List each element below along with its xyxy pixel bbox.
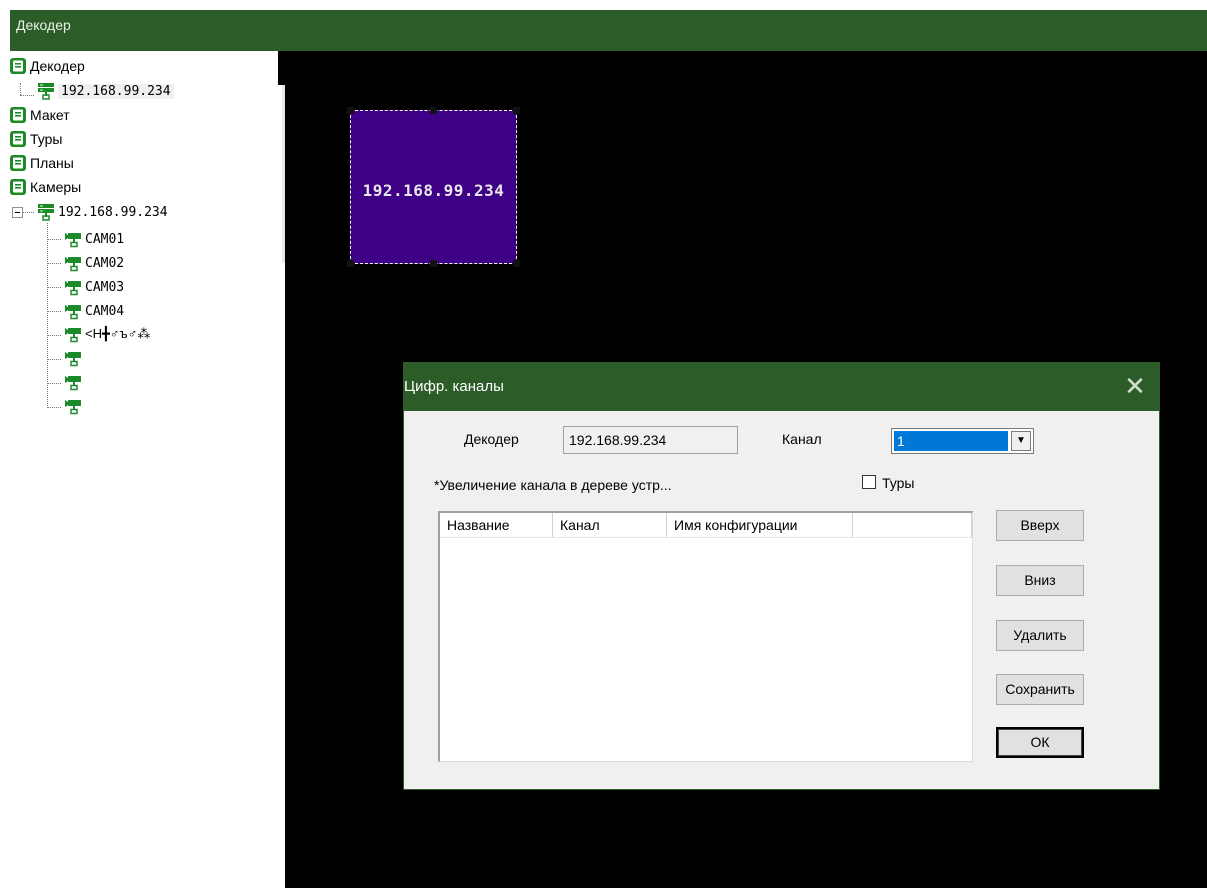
group-icon bbox=[9, 130, 27, 148]
decoder-field: 192.168.99.234 bbox=[563, 426, 738, 454]
dialog-title-bar[interactable]: Цифр. каналы ✕ bbox=[404, 363, 1159, 411]
tree-node-label: Туры bbox=[30, 131, 63, 147]
canvas-edge bbox=[278, 51, 285, 85]
tree-node-camera[interactable]: CAM02 bbox=[64, 252, 124, 274]
tree-node-label: CAM01 bbox=[85, 231, 125, 247]
tree-node-camera[interactable] bbox=[64, 395, 85, 417]
tree-line bbox=[47, 335, 61, 336]
decoder-device-icon bbox=[37, 203, 55, 221]
tours-checkbox-label: Туры bbox=[882, 475, 915, 491]
tree-node-tours[interactable]: Туры bbox=[9, 128, 62, 150]
resize-handle[interactable] bbox=[347, 260, 354, 267]
list-header: Название Канал Имя конфигурации bbox=[440, 513, 972, 538]
tree-node-camera[interactable]: CAM04 bbox=[64, 300, 124, 322]
tree-node-camera[interactable] bbox=[64, 347, 85, 369]
tile-label: 192.168.99.234 bbox=[362, 181, 505, 200]
tree-node-decoder-device[interactable]: 192.168.99.234 bbox=[37, 80, 174, 102]
camera-icon bbox=[64, 230, 82, 248]
group-icon bbox=[9, 106, 27, 124]
save-button[interactable]: Сохранить bbox=[996, 674, 1084, 705]
tree-node-camera[interactable]: <H╋♂ъ♂⁂ bbox=[64, 323, 150, 345]
decoder-window-tile[interactable]: 192.168.99.234 bbox=[347, 107, 520, 267]
camera-icon bbox=[64, 325, 82, 343]
tree-node-label: 192.168.99.234 bbox=[58, 204, 168, 220]
tree-node-layout[interactable]: Макет bbox=[9, 104, 70, 126]
up-button[interactable]: Вверх bbox=[996, 510, 1084, 541]
delete-button[interactable]: Удалить bbox=[996, 620, 1084, 651]
column-header-empty[interactable] bbox=[853, 513, 972, 537]
app-title: Декодер bbox=[16, 17, 71, 33]
group-icon bbox=[9, 57, 27, 75]
tree-line bbox=[47, 263, 61, 264]
camera-icon bbox=[64, 349, 82, 367]
decoder-label: Декодер bbox=[464, 431, 519, 447]
channel-list[interactable]: Название Канал Имя конфигурации bbox=[438, 511, 973, 762]
channel-label: Канал bbox=[782, 431, 822, 447]
tree-line bbox=[47, 311, 61, 312]
group-icon bbox=[9, 154, 27, 172]
tree-line bbox=[47, 223, 48, 408]
tree-line bbox=[47, 407, 61, 408]
tree-node-label: CAM02 bbox=[85, 255, 125, 271]
tree-node-cameras[interactable]: Камеры bbox=[9, 176, 81, 198]
tree-node-label: CAM03 bbox=[85, 279, 125, 295]
resize-handle[interactable] bbox=[430, 107, 437, 114]
channel-select[interactable]: 1 ▼ bbox=[891, 428, 1034, 454]
tree-line bbox=[20, 95, 34, 96]
camera-icon bbox=[64, 278, 82, 296]
tree-node-label: Планы bbox=[30, 155, 74, 171]
camera-icon bbox=[64, 302, 82, 320]
group-icon bbox=[9, 178, 27, 196]
tree-node-decoder-group[interactable]: Декодер bbox=[9, 55, 85, 77]
tree-node-camera[interactable]: CAM01 bbox=[64, 228, 124, 250]
tree-node-label: Макет bbox=[30, 107, 70, 123]
tours-checkbox[interactable] bbox=[862, 475, 876, 489]
tree-collapse-toggle[interactable] bbox=[12, 207, 23, 218]
note-text: *Увеличение канала в дереве устр... bbox=[434, 477, 672, 493]
ok-button[interactable]: ОК bbox=[996, 727, 1084, 758]
close-icon[interactable]: ✕ bbox=[1123, 373, 1147, 399]
app-title-bar: Декодер bbox=[10, 10, 1207, 51]
tree-node-plans[interactable]: Планы bbox=[9, 152, 74, 174]
column-header-name[interactable]: Название bbox=[440, 513, 553, 537]
tree-node-camera[interactable] bbox=[64, 371, 85, 393]
channel-selected-value: 1 bbox=[894, 431, 1008, 451]
tree-node-label: 192.168.99.234 bbox=[58, 83, 174, 99]
camera-icon bbox=[64, 373, 82, 391]
column-header-config-name[interactable]: Имя конфигурации bbox=[667, 513, 853, 537]
tree-node-label: Камеры bbox=[30, 179, 82, 195]
tree-line bbox=[47, 383, 61, 384]
tree-line bbox=[47, 359, 61, 360]
camera-icon bbox=[64, 254, 82, 272]
tree-node-label: Декодер bbox=[30, 58, 85, 74]
chevron-down-icon[interactable]: ▼ bbox=[1011, 431, 1031, 451]
dialog-title: Цифр. каналы bbox=[404, 378, 504, 395]
column-header-channel[interactable]: Канал bbox=[553, 513, 667, 537]
tree-node-label: CAM04 bbox=[85, 303, 125, 319]
resize-handle[interactable] bbox=[513, 260, 520, 267]
tree-line bbox=[47, 239, 61, 240]
tree-node-camera[interactable]: CAM03 bbox=[64, 276, 124, 298]
tree-node-label: <H╋♂ъ♂⁂ bbox=[85, 326, 151, 341]
tree-line bbox=[22, 212, 34, 213]
digital-channels-dialog: Цифр. каналы ✕ Декодер 192.168.99.234 Ка… bbox=[403, 362, 1160, 790]
resize-handle[interactable] bbox=[430, 260, 437, 267]
resize-handle[interactable] bbox=[347, 107, 354, 114]
decoder-device-icon bbox=[37, 82, 55, 100]
tree-node-camera-server[interactable]: 192.168.99.234 bbox=[37, 201, 168, 223]
tree-line bbox=[47, 287, 61, 288]
down-button[interactable]: Вниз bbox=[996, 565, 1084, 596]
tree-line bbox=[20, 83, 21, 95]
resize-handle[interactable] bbox=[513, 107, 520, 114]
camera-icon bbox=[64, 397, 82, 415]
